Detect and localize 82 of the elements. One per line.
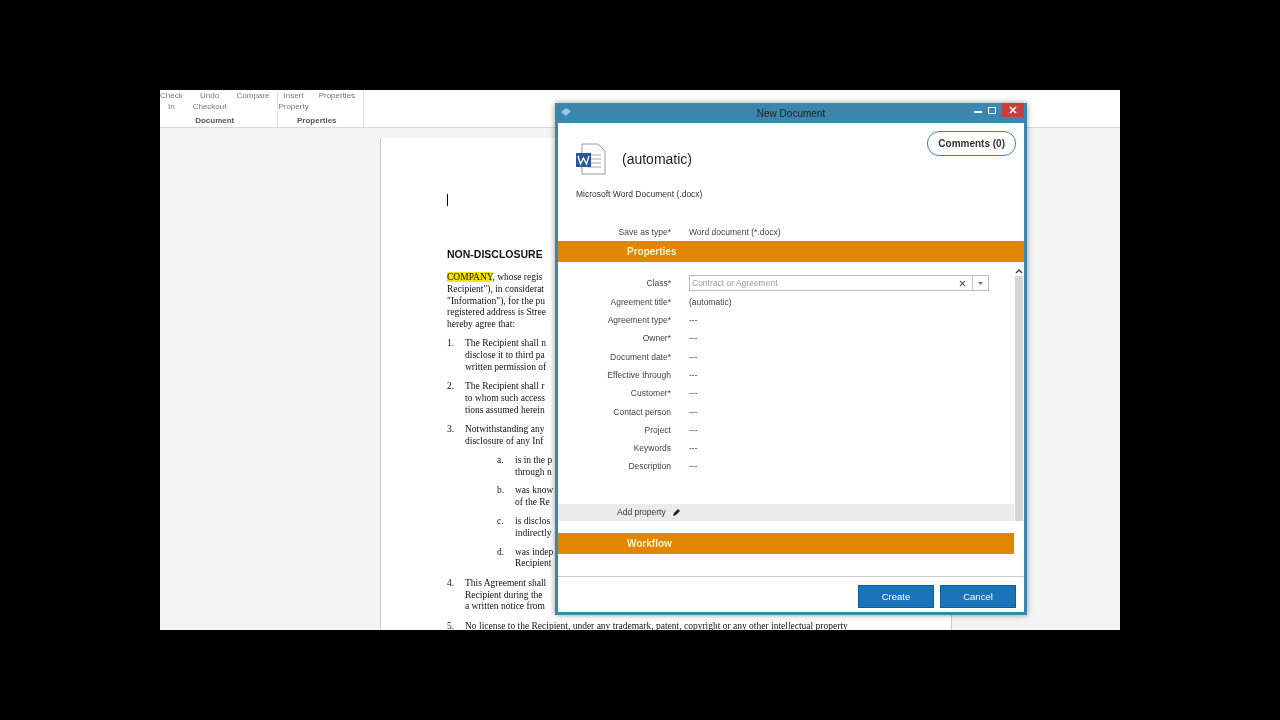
field-label: Class* [645, 278, 671, 289]
document-text: No license to the Recipient, under any trademark, patent, copyright or any other intellectual property [465, 620, 848, 630]
list-number: 4. [447, 577, 456, 590]
close-icon[interactable] [1002, 103, 1024, 117]
field-label: Project [643, 424, 671, 435]
document-text: of the Re [515, 497, 550, 510]
list-number: a. [497, 454, 505, 467]
list-number: 1. [447, 338, 456, 351]
field-value: Word document (*.docx) [689, 227, 781, 238]
document-text: tions assumed herein [465, 404, 545, 417]
document-text: written permission of [465, 362, 547, 374]
class-combobox[interactable]: Contract or Agreement [689, 275, 989, 292]
scrollbar-thumb[interactable] [1015, 276, 1023, 521]
add-property-button[interactable]: Add property [558, 503, 1014, 521]
document-text: hereby agree that: [447, 319, 516, 331]
comments-button[interactable]: Comments (0) [927, 131, 1016, 156]
text-cursor [447, 194, 448, 206]
maximize-icon[interactable] [988, 106, 996, 114]
document-text: registered address is Stree [447, 307, 546, 320]
field-label: Contact person [612, 406, 671, 417]
ribbon-button[interactable]: Undo Checkout [192, 90, 227, 116]
field-value[interactable]: --- [689, 333, 698, 344]
document-text: a written notice from [465, 601, 545, 614]
field-value[interactable]: --- [689, 369, 698, 380]
field-label: Agreement title* [609, 296, 671, 307]
app-icon [561, 108, 571, 116]
word-document-icon [576, 143, 606, 175]
document-text: Recipient"), in considerat [447, 283, 544, 296]
document-text: Recipient [515, 558, 552, 571]
list-number: d. [497, 546, 506, 559]
file-type: Microsoft Word Document (.docx) [575, 188, 704, 199]
ribbon-button[interactable]: Check In [160, 90, 183, 116]
field-label: Save as type* [617, 227, 671, 238]
document-text: The Recipient shall n [465, 338, 546, 351]
window-title: New Document [756, 107, 826, 119]
ribbon-button[interactable]: Compare [236, 90, 270, 116]
field-value[interactable]: --- [689, 443, 698, 454]
field-value[interactable]: --- [689, 424, 698, 435]
field-label: Effective through [606, 369, 671, 380]
list-number: b. [497, 485, 506, 498]
field-value[interactable]: --- [689, 388, 698, 399]
clear-icon[interactable] [959, 279, 966, 287]
document-text: "Information"), for the pu [447, 295, 545, 308]
field-label: Keywords [632, 443, 671, 454]
ribbon-button[interactable]: Insert Property [278, 90, 309, 116]
document-heading: NON-DISCLOSURE [447, 248, 543, 260]
document-text: through n [515, 466, 552, 479]
list-number: 3. [447, 424, 456, 437]
field-label: Document date* [609, 351, 671, 362]
document-text: is in the p [515, 454, 553, 467]
document-text: This Agreement shall [465, 577, 547, 590]
field-label: Description [627, 461, 671, 472]
document-text: Notwithstanding any [465, 424, 545, 436]
document-text: was know [515, 485, 554, 497]
list-number: c. [497, 516, 505, 529]
field-value[interactable]: --- [689, 315, 698, 326]
document-text: Recipient during the [465, 589, 543, 601]
field-value[interactable]: --- [689, 406, 698, 417]
caret-icon [978, 281, 983, 285]
group-label: Document [195, 116, 235, 126]
field-value[interactable]: --- [689, 351, 698, 362]
ribbon-button[interactable]: Properties [318, 90, 356, 116]
field-label: Owner* [641, 333, 671, 344]
field-label: Customer* [629, 388, 671, 399]
document-text: disclose it to third pa [465, 350, 545, 362]
document-text: The Recipient shall r [465, 381, 545, 394]
list-number: 2. [447, 381, 456, 394]
cancel-button[interactable]: Cancel [940, 585, 1016, 608]
create-button[interactable]: Create [858, 585, 934, 608]
document-text: indirectly [515, 527, 552, 540]
scroll-up-icon[interactable] [1015, 268, 1023, 275]
group-label: Properties [296, 116, 337, 126]
field-value[interactable]: (automatic) [689, 296, 732, 307]
document-text: disclosure of any Inf [465, 436, 544, 448]
document-text: to whom such access [465, 393, 545, 405]
file-name: (automatic) [622, 151, 693, 167]
document-text: is disclos [515, 516, 551, 528]
field-label: Agreement type* [606, 315, 671, 326]
list-number: 5. [447, 620, 456, 630]
pencil-icon [671, 507, 681, 517]
document-text: was indep [515, 546, 554, 559]
field-value[interactable]: --- [689, 461, 698, 472]
